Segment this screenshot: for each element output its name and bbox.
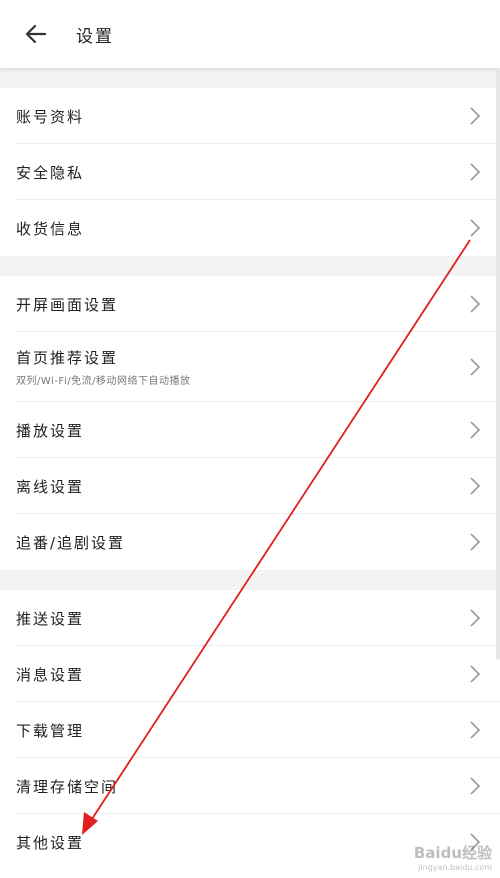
page-title: 设置: [76, 26, 114, 47]
settings-item-label: 追番/追剧设置: [16, 533, 126, 552]
settings-item-shipping-info[interactable]: 收货信息: [0, 200, 500, 256]
settings-item-label: 推送设置: [16, 609, 85, 628]
settings-item-label: 安全隐私: [16, 163, 85, 182]
chevron-right-icon: [468, 419, 482, 441]
settings-item-account-profile[interactable]: 账号资料: [0, 88, 500, 144]
chevron-right-icon: [468, 663, 482, 685]
arrow-left-icon: [25, 24, 47, 44]
settings-item-label: 消息设置: [16, 665, 85, 684]
settings-item-downloads[interactable]: 下载管理: [0, 702, 500, 758]
section-gap: [0, 256, 500, 276]
settings-item-label: 清理存储空间: [16, 777, 119, 796]
settings-item-label: 其他设置: [16, 833, 85, 852]
settings-item-security-privacy[interactable]: 安全隐私: [0, 144, 500, 200]
settings-item-label: 收货信息: [16, 219, 85, 238]
scrollbar[interactable]: [496, 70, 500, 660]
chevron-right-icon: [468, 607, 482, 629]
settings-item-home-recommend[interactable]: 首页推荐设置 双列/Wi-Fi/免流/移动网络下自动播放: [0, 332, 500, 402]
chevron-right-icon: [468, 293, 482, 315]
chevron-right-icon: [468, 356, 482, 378]
section-gap: [0, 570, 500, 590]
settings-item-label: 播放设置: [16, 421, 85, 440]
settings-item-messages[interactable]: 消息设置: [0, 646, 500, 702]
chevron-right-icon: [468, 775, 482, 797]
settings-item-follow-series[interactable]: 追番/追剧设置: [0, 514, 500, 570]
chevron-right-icon: [468, 105, 482, 127]
chevron-right-icon: [468, 531, 482, 553]
back-button[interactable]: [10, 8, 62, 60]
watermark: Baidu经验 jingyan.baidu.com: [414, 842, 492, 872]
settings-item-label: 开屏画面设置: [16, 295, 119, 314]
watermark-url: jingyan.baidu.com: [418, 863, 492, 872]
settings-item-description: 双列/Wi-Fi/免流/移动网络下自动播放: [16, 376, 191, 387]
chevron-right-icon: [468, 217, 482, 239]
chevron-right-icon: [468, 161, 482, 183]
section-gap: [0, 68, 500, 88]
top-bar: 设置: [0, 0, 500, 68]
settings-item-splash-screen[interactable]: 开屏画面设置: [0, 276, 500, 332]
chevron-right-icon: [468, 719, 482, 741]
settings-item-label: 下载管理: [16, 721, 85, 740]
watermark-brand: Baidu经验: [413, 844, 492, 862]
settings-item-offline[interactable]: 离线设置: [0, 458, 500, 514]
settings-item-label: 首页推荐设置: [16, 349, 119, 367]
settings-item-clear-storage[interactable]: 清理存储空间: [0, 758, 500, 814]
settings-item-label: 账号资料: [16, 107, 85, 126]
chevron-right-icon: [468, 475, 482, 497]
settings-item-playback[interactable]: 播放设置: [0, 402, 500, 458]
settings-item-label: 离线设置: [16, 477, 85, 496]
settings-item-text: 首页推荐设置 双列/Wi-Fi/免流/移动网络下自动播放: [16, 347, 190, 387]
settings-item-push[interactable]: 推送设置: [0, 590, 500, 646]
